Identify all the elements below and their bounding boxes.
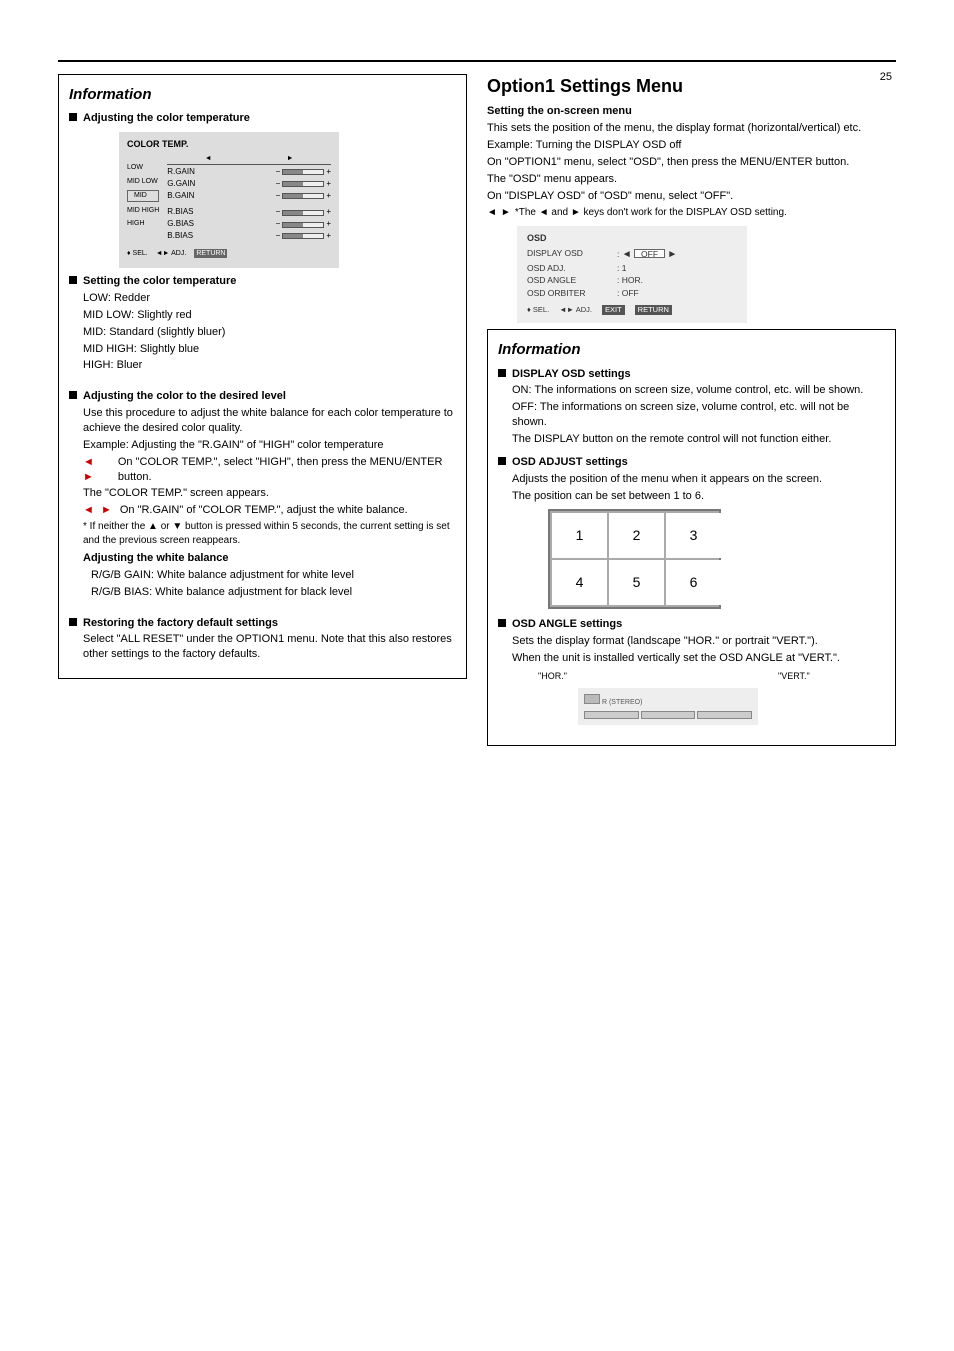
restore-text: Select "ALL RESET" under the OPTION1 men… xyxy=(83,632,456,662)
osd2-row3-l: OSD ANGLE xyxy=(527,275,617,286)
ct-midhigh: MID HIGH xyxy=(127,206,159,216)
osm-example: Example: Turning the DISPLAY OSD off xyxy=(487,138,896,153)
osm-step2: The "OSD" menu appears. xyxy=(487,172,896,187)
wb-item1: R/G/B GAIN: White balance adjustment for… xyxy=(91,568,456,583)
ct-high: HIGH xyxy=(127,219,159,229)
display-osd-off: OFF: The informations on screen size, vo… xyxy=(512,400,885,430)
osd2-row2-v: 1 xyxy=(622,263,627,273)
bullet-square xyxy=(498,457,506,465)
grid-cell-4: 4 xyxy=(552,560,607,605)
osd2-title: OSD xyxy=(527,232,737,244)
chev-left-icon xyxy=(205,153,212,164)
osd2-return: RETURN xyxy=(635,305,672,315)
adjust-desired-text3: The "COLOR TEMP." screen appears. xyxy=(83,486,456,501)
tri-right-icon[interactable] xyxy=(667,249,677,259)
information-heading-right: Information xyxy=(498,340,885,360)
osd2-exit: EXIT xyxy=(602,305,625,315)
display-osd-heading: DISPLAY OSD settings xyxy=(512,367,631,382)
vert-label: "VERT." xyxy=(778,670,810,682)
grid-cell-5: 5 xyxy=(609,560,664,605)
information-heading: Information xyxy=(69,85,456,105)
conn-label: R (STEREO) xyxy=(602,699,642,706)
wb-item2: R/G/B BIAS: White balance adjustment for… xyxy=(91,585,456,600)
grid-cell-2: 2 xyxy=(609,513,664,558)
setting-osm-menu: Setting the on-screen menu xyxy=(487,104,896,119)
grid-cell-1: 1 xyxy=(552,513,607,558)
bullet-square xyxy=(69,276,77,284)
ct-high-text: HIGH: Bluer xyxy=(83,358,456,373)
bullet-square xyxy=(69,391,77,399)
osd-angle-heading: OSD ANGLE settings xyxy=(512,617,622,632)
grid-cell-6: 6 xyxy=(666,560,721,605)
color-temp-osd: COLOR TEMP. LOW MID LOW MID MID HIGH HIG… xyxy=(119,132,339,268)
osd-position-grid: 1 2 3 4 5 6 xyxy=(548,509,721,609)
ct-midlow-text: MID LOW: Slightly red xyxy=(83,308,456,323)
triangle-right-icon xyxy=(501,205,511,220)
osd-return: RETURN xyxy=(194,249,227,258)
osd-angle-text2: When the unit is installed vertically se… xyxy=(512,651,885,666)
ct-low-text: LOW: Redder xyxy=(83,291,456,306)
osd2-row1-v: OFF xyxy=(634,249,665,258)
osd-angle-text: Sets the display format (landscape "HOR.… xyxy=(512,634,885,649)
ct-mid-text: MID: Standard (slightly bluer) xyxy=(83,325,456,340)
adjust-desired-text1: Use this procedure to adjust the white b… xyxy=(83,406,456,436)
hor-label: "HOR." xyxy=(538,670,758,682)
adjust-desired-text5: * If neither the ▲ or ▼ button is presse… xyxy=(83,520,456,547)
bullet-square xyxy=(69,113,77,121)
osd-note: *The ◄ and ► keys don't work for the DIS… xyxy=(515,206,787,220)
osd-adj: ADJ. xyxy=(171,250,186,257)
osd-adjust-text2: The position can be set between 1 to 6. xyxy=(512,489,885,504)
osd-adjust-text: Adjusts the position of the menu when it… xyxy=(512,472,885,487)
grid-cell-3: 3 xyxy=(666,513,721,558)
ct-low: LOW xyxy=(127,163,159,173)
osd2-row4-v: OFF xyxy=(622,288,639,298)
red-arrows-icon xyxy=(83,503,114,518)
option1-heading: Option1 Settings Menu xyxy=(487,74,896,98)
osd-menu-screenshot: OSD DISPLAY OSD: OFF OSD ADJ.: 1 OSD ANG… xyxy=(517,226,747,323)
osm-step1: On "OPTION1" menu, select "OSD", then pr… xyxy=(487,155,896,170)
adjust-desired-text2: On "COLOR TEMP.", select "HIGH", then pr… xyxy=(118,455,456,485)
g-bias-label: G.BIAS xyxy=(167,219,237,230)
adjust-desired-heading: Adjusting the color to the desired level xyxy=(83,389,286,404)
white-balance-subhead: Adjusting the white balance xyxy=(83,551,456,566)
bullet-square xyxy=(498,619,506,627)
adjust-desired-example: Example: Adjusting the "R.GAIN" of "HIGH… xyxy=(83,438,456,453)
display-osd-note: The DISPLAY button on the remote control… xyxy=(512,432,885,447)
triangle-left-icon xyxy=(487,205,497,220)
bullet-square xyxy=(498,369,506,377)
osd2-row1-l: DISPLAY OSD xyxy=(527,248,617,262)
osd-title: COLOR TEMP. xyxy=(127,138,331,150)
osd2-row4-l: OSD ORBITER xyxy=(527,288,617,299)
adjust-ct-heading: Adjusting the color temperature xyxy=(83,111,250,126)
b-gain-label: B.GAIN xyxy=(167,191,237,202)
red-arrows-icon xyxy=(83,455,112,485)
osd2-sel: SEL. xyxy=(533,305,549,314)
osm-para1: This sets the position of the menu, the … xyxy=(487,121,896,136)
setting-ct-heading: Setting the color temperature xyxy=(83,274,236,289)
tri-left-icon[interactable] xyxy=(622,249,632,259)
display-osd-on: ON: The informations on screen size, vol… xyxy=(512,383,885,398)
osd-sel: SEL. xyxy=(133,250,148,257)
r-gain-label: R.GAIN xyxy=(167,167,237,178)
b-bias-label: B.BIAS xyxy=(167,231,237,242)
osm-step3: On "DISPLAY OSD" of "OSD" menu, select "… xyxy=(487,189,896,204)
ct-midhigh-text: MID HIGH: Slightly blue xyxy=(83,342,456,357)
r-bias-label: R.BIAS xyxy=(167,207,237,218)
restore-heading: Restoring the factory default settings xyxy=(83,616,278,631)
osd-adjust-heading: OSD ADJUST settings xyxy=(512,455,628,470)
plug-icon xyxy=(584,694,600,704)
ct-midlow: MID LOW xyxy=(127,177,159,187)
osd2-row2-l: OSD ADJ. xyxy=(527,263,617,274)
osd2-adj: ADJ. xyxy=(576,305,592,314)
osd2-row3-v: HOR. xyxy=(622,275,643,285)
ct-mid[interactable]: MID xyxy=(127,190,159,202)
chev-right-icon xyxy=(287,153,294,164)
g-gain-label: G.GAIN xyxy=(167,179,237,190)
bullet-square xyxy=(69,618,77,626)
adjust-desired-text4: On "R.GAIN" of "COLOR TEMP.", adjust the… xyxy=(120,503,408,518)
connector-diagram-hor: R (STEREO) xyxy=(578,688,758,725)
